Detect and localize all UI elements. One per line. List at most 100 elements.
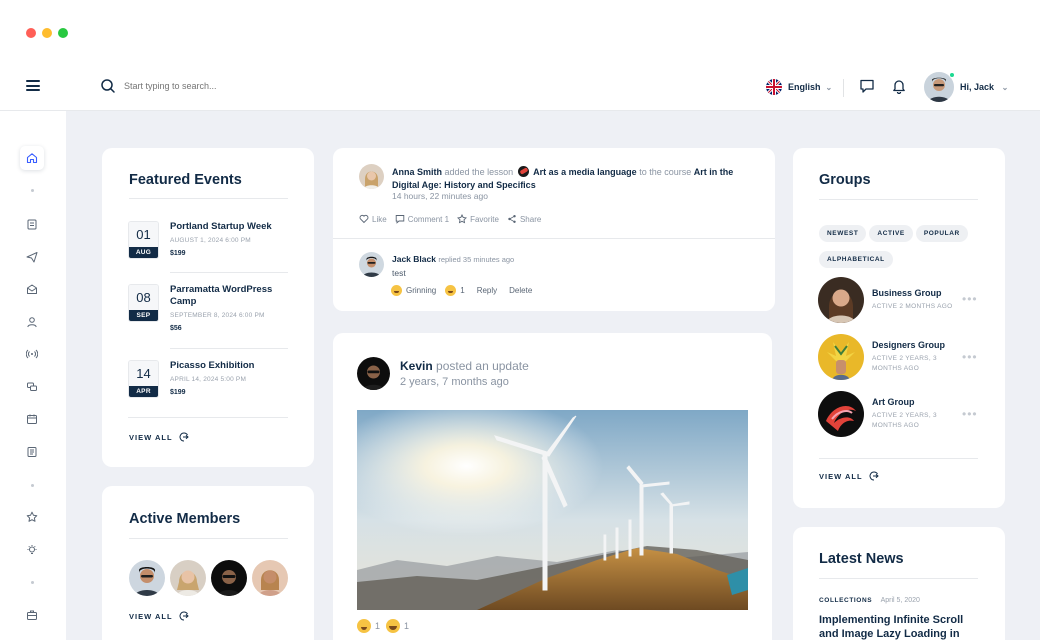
reply-author-link[interactable]: Jack Black bbox=[392, 254, 436, 264]
chevron-down-icon: ⌄ bbox=[1001, 83, 1009, 92]
chat-bubbles-icon bbox=[27, 382, 37, 391]
laughing-emoji-icon[interactable] bbox=[386, 619, 401, 633]
group-name: Business Group bbox=[872, 288, 942, 298]
event-title[interactable]: Portland Startup Week bbox=[170, 221, 280, 233]
group-item-designers[interactable]: Designers Group ACTIVE 2 YEARS, 3 MONTHS… bbox=[818, 334, 962, 380]
news-date: April 5, 2020 bbox=[880, 597, 920, 604]
event-item[interactable]: 14 APR Picasso Exhibition APRIL 14, 2024… bbox=[128, 360, 280, 398]
reaction-count: 1 bbox=[404, 621, 410, 631]
event-title[interactable]: Picasso Exhibition bbox=[170, 360, 280, 372]
window-maximize-button[interactable] bbox=[58, 28, 68, 38]
member-avatar[interactable] bbox=[252, 560, 288, 596]
favorite-button[interactable]: Favorite bbox=[457, 214, 499, 224]
arrow-circle-icon bbox=[179, 432, 189, 442]
activity-author-avatar[interactable] bbox=[359, 164, 384, 189]
calendar-icon bbox=[27, 414, 37, 424]
activity-verb: added the lesson bbox=[444, 167, 514, 177]
lesson-link[interactable]: Art as a media language bbox=[533, 167, 637, 177]
event-title[interactable]: Parramatta WordPress Camp bbox=[170, 284, 280, 308]
groups-view-all-link[interactable]: VIEW ALL bbox=[819, 471, 879, 481]
group-item-art[interactable]: Art Group ACTIVE 2 YEARS, 3 MONTHS AGO bbox=[818, 391, 962, 437]
reaction-grinning-button[interactable]: Grinning bbox=[391, 285, 436, 296]
notifications-bell-icon[interactable] bbox=[891, 78, 907, 99]
sidebar-separator-dot bbox=[31, 581, 34, 584]
sidebar-item-profile[interactable] bbox=[20, 310, 44, 334]
share-button[interactable]: Share bbox=[507, 214, 541, 224]
news-category[interactable]: COLLECTIONS bbox=[819, 597, 872, 604]
sidebar-item-documents[interactable] bbox=[20, 440, 44, 464]
event-date-badge: 08 SEP bbox=[128, 284, 159, 322]
search-bar[interactable] bbox=[100, 78, 324, 94]
events-view-all-link[interactable]: VIEW ALL bbox=[129, 432, 189, 442]
reply-header: Jack Black replied 35 minutes ago bbox=[392, 254, 514, 264]
messages-icon[interactable] bbox=[859, 78, 875, 99]
user-menu[interactable]: Hi, Jack ⌄ bbox=[960, 82, 1008, 92]
group-activity: ACTIVE 2 YEARS, 3 MONTHS AGO bbox=[872, 412, 937, 429]
arrow-circle-icon bbox=[179, 611, 189, 621]
group-more-options-icon[interactable]: ••• bbox=[962, 292, 978, 306]
activity-timestamp: 14 hours, 22 minutes ago bbox=[392, 191, 488, 201]
latest-news-card: Latest News COLLECTIONS April 5, 2020 Im… bbox=[793, 527, 1005, 640]
grinning-emoji-icon[interactable] bbox=[357, 619, 371, 633]
member-avatar[interactable] bbox=[211, 560, 247, 596]
sidebar-item-ideas[interactable] bbox=[20, 538, 44, 562]
search-input[interactable] bbox=[124, 81, 324, 91]
sidebar-item-home[interactable] bbox=[20, 146, 44, 170]
event-item[interactable]: 01 AUG Portland Startup Week AUGUST 1, 2… bbox=[128, 221, 280, 259]
group-item-business[interactable]: Business Group ACTIVE 2 MONTHS AGO bbox=[818, 277, 962, 323]
sidebar-item-broadcast[interactable] bbox=[20, 342, 44, 366]
event-item[interactable]: 08 SEP Parramatta WordPress Camp SEPTEMB… bbox=[128, 284, 280, 332]
update-author-link[interactable]: Kevin bbox=[400, 359, 433, 373]
delete-button[interactable]: Delete bbox=[509, 286, 532, 295]
reaction-count[interactable]: 1 bbox=[445, 285, 465, 296]
sidebar-item-favorites[interactable] bbox=[20, 505, 44, 529]
sidebar-separator-dot bbox=[31, 484, 34, 487]
like-button[interactable]: Like bbox=[359, 214, 387, 224]
group-activity: ACTIVE 2 YEARS, 3 MONTHS AGO bbox=[872, 355, 937, 372]
star-icon bbox=[457, 214, 468, 224]
event-day: 01 bbox=[129, 222, 158, 247]
latest-news-title: Latest News bbox=[819, 551, 904, 567]
wind-turbines-photo[interactable] bbox=[357, 410, 748, 610]
reply-author-avatar[interactable] bbox=[359, 252, 384, 277]
envelope-open-icon bbox=[27, 284, 37, 294]
news-headline[interactable]: Implementing Infinite Scroll and Image L… bbox=[819, 613, 979, 640]
group-more-options-icon[interactable]: ••• bbox=[962, 407, 978, 421]
filter-alphabetical[interactable]: ALPHABETICAL bbox=[819, 251, 893, 268]
member-avatar[interactable] bbox=[129, 560, 165, 596]
sidebar-item-inbox[interactable] bbox=[20, 277, 44, 301]
uk-flag-icon bbox=[766, 79, 782, 95]
member-avatar[interactable] bbox=[170, 560, 206, 596]
comment-button[interactable]: Comment 1 bbox=[395, 214, 449, 224]
window-minimize-button[interactable] bbox=[42, 28, 52, 38]
sidebar-item-activity[interactable] bbox=[20, 212, 44, 236]
sidebar-item-forums[interactable] bbox=[20, 375, 44, 399]
reply-button[interactable]: Reply bbox=[477, 286, 497, 295]
document-icon bbox=[27, 447, 37, 457]
featured-events-title: Featured Events bbox=[129, 172, 242, 188]
home-icon bbox=[26, 153, 38, 164]
group-avatar bbox=[818, 391, 864, 437]
comment-icon bbox=[395, 215, 404, 224]
filter-newest[interactable]: NEWEST bbox=[819, 225, 867, 242]
update-author-avatar[interactable] bbox=[357, 357, 390, 390]
activity-author-link[interactable]: Anna Smith bbox=[392, 167, 442, 177]
hamburger-menu-icon[interactable] bbox=[26, 80, 40, 94]
star-icon bbox=[26, 511, 38, 522]
language-selector[interactable]: English ⌄ bbox=[766, 79, 832, 95]
update-timestamp: 2 years, 7 months ago bbox=[400, 376, 509, 388]
filter-popular[interactable]: POPULAR bbox=[915, 225, 968, 242]
search-icon bbox=[101, 79, 115, 93]
update-verb: posted an update bbox=[436, 359, 529, 373]
members-view-all-link[interactable]: VIEW ALL bbox=[129, 611, 189, 621]
sidebar-item-jobs[interactable] bbox=[20, 603, 44, 627]
sidebar-item-events[interactable] bbox=[20, 407, 44, 431]
group-filter-tabs: NEWEST ACTIVE POPULAR ALPHABETICAL bbox=[819, 222, 989, 274]
activity-text: Anna Smith added the lesson Art as a med… bbox=[392, 166, 742, 191]
event-datetime: AUGUST 1, 2024 6:00 PM bbox=[170, 237, 251, 244]
sidebar-item-messages[interactable] bbox=[20, 245, 44, 269]
filter-active[interactable]: ACTIVE bbox=[869, 225, 913, 242]
divider bbox=[170, 348, 288, 349]
window-close-button[interactable] bbox=[26, 28, 36, 38]
group-more-options-icon[interactable]: ••• bbox=[962, 350, 978, 364]
